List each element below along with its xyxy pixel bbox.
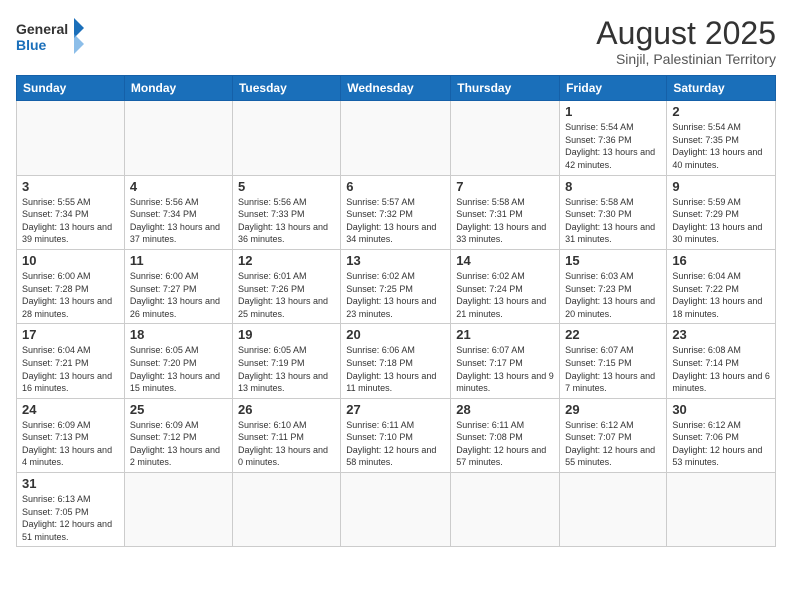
week-row-1: 1 Sunrise: 5:54 AM Sunset: 7:36 PM Dayli…	[17, 101, 776, 175]
day-4: 4 Sunrise: 5:56 AMSunset: 7:34 PMDayligh…	[124, 175, 232, 249]
sunrise-label: Sunrise:	[565, 122, 601, 132]
day-11: 11 Sunrise: 6:00 AMSunset: 7:27 PMDaylig…	[124, 249, 232, 323]
logo: General Blue	[16, 16, 86, 58]
empty-cell	[341, 101, 451, 175]
day-26: 26 Sunrise: 6:10 AMSunset: 7:11 PMDaylig…	[232, 398, 340, 472]
header-tuesday: Tuesday	[232, 76, 340, 101]
day-17: 17 Sunrise: 6:04 AMSunset: 7:21 PMDaylig…	[17, 324, 125, 398]
day-24: 24 Sunrise: 6:09 AMSunset: 7:13 PMDaylig…	[17, 398, 125, 472]
day-19: 19 Sunrise: 6:05 AMSunset: 7:19 PMDaylig…	[232, 324, 340, 398]
week-row-5: 24 Sunrise: 6:09 AMSunset: 7:13 PMDaylig…	[17, 398, 776, 472]
empty-cell	[232, 473, 340, 547]
day-27: 27 Sunrise: 6:11 AMSunset: 7:10 PMDaylig…	[341, 398, 451, 472]
day-23: 23 Sunrise: 6:08 AMSunset: 7:14 PMDaylig…	[667, 324, 776, 398]
day-29: 29 Sunrise: 6:12 AMSunset: 7:07 PMDaylig…	[560, 398, 667, 472]
header-monday: Monday	[124, 76, 232, 101]
day-2: 2 Sunrise: 5:54 AM Sunset: 7:35 PM Dayli…	[667, 101, 776, 175]
header: General Blue August 2025 Sinjil, Palesti…	[16, 16, 776, 67]
daylight-label: Daylight:	[565, 147, 603, 157]
empty-cell	[451, 473, 560, 547]
svg-text:Blue: Blue	[16, 37, 47, 53]
day-30: 30 Sunrise: 6:12 AMSunset: 7:06 PMDaylig…	[667, 398, 776, 472]
week-row-2: 3 Sunrise: 5:55 AMSunset: 7:34 PMDayligh…	[17, 175, 776, 249]
day-20: 20 Sunrise: 6:06 AMSunset: 7:18 PMDaylig…	[341, 324, 451, 398]
generalblue-logo-svg: General Blue	[16, 16, 86, 58]
calendar-table: Sunday Monday Tuesday Wednesday Thursday…	[16, 75, 776, 547]
header-saturday: Saturday	[667, 76, 776, 101]
header-friday: Friday	[560, 76, 667, 101]
weekday-header-row: Sunday Monday Tuesday Wednesday Thursday…	[17, 76, 776, 101]
day-7: 7 Sunrise: 5:58 AMSunset: 7:31 PMDayligh…	[451, 175, 560, 249]
day-18: 18 Sunrise: 6:05 AMSunset: 7:20 PMDaylig…	[124, 324, 232, 398]
empty-cell	[560, 473, 667, 547]
page: General Blue August 2025 Sinjil, Palesti…	[0, 0, 792, 612]
empty-cell	[124, 473, 232, 547]
day-1: 1 Sunrise: 5:54 AM Sunset: 7:36 PM Dayli…	[560, 101, 667, 175]
day-21: 21 Sunrise: 6:07 AMSunset: 7:17 PMDaylig…	[451, 324, 560, 398]
day-8: 8 Sunrise: 5:58 AMSunset: 7:30 PMDayligh…	[560, 175, 667, 249]
main-title: August 2025	[596, 16, 776, 51]
svg-text:General: General	[16, 21, 68, 37]
empty-cell	[451, 101, 560, 175]
week-row-4: 17 Sunrise: 6:04 AMSunset: 7:21 PMDaylig…	[17, 324, 776, 398]
day-14: 14 Sunrise: 6:02 AMSunset: 7:24 PMDaylig…	[451, 249, 560, 323]
subtitle: Sinjil, Palestinian Territory	[596, 51, 776, 67]
empty-cell	[232, 101, 340, 175]
day-22: 22 Sunrise: 6:07 AMSunset: 7:15 PMDaylig…	[560, 324, 667, 398]
sunset-label: Sunset:	[565, 135, 598, 145]
week-row-3: 10 Sunrise: 6:00 AMSunset: 7:28 PMDaylig…	[17, 249, 776, 323]
empty-cell	[341, 473, 451, 547]
header-sunday: Sunday	[17, 76, 125, 101]
day-28: 28 Sunrise: 6:11 AMSunset: 7:08 PMDaylig…	[451, 398, 560, 472]
day-9: 9 Sunrise: 5:59 AMSunset: 7:29 PMDayligh…	[667, 175, 776, 249]
week-row-6: 31 Sunrise: 6:13 AMSunset: 7:05 PMDaylig…	[17, 473, 776, 547]
day-31: 31 Sunrise: 6:13 AMSunset: 7:05 PMDaylig…	[17, 473, 125, 547]
day-6: 6 Sunrise: 5:57 AMSunset: 7:32 PMDayligh…	[341, 175, 451, 249]
day-10: 10 Sunrise: 6:00 AMSunset: 7:28 PMDaylig…	[17, 249, 125, 323]
day-13: 13 Sunrise: 6:02 AMSunset: 7:25 PMDaylig…	[341, 249, 451, 323]
title-block: August 2025 Sinjil, Palestinian Territor…	[596, 16, 776, 67]
empty-cell	[17, 101, 125, 175]
day-3: 3 Sunrise: 5:55 AMSunset: 7:34 PMDayligh…	[17, 175, 125, 249]
day-15: 15 Sunrise: 6:03 AMSunset: 7:23 PMDaylig…	[560, 249, 667, 323]
day-16: 16 Sunrise: 6:04 AMSunset: 7:22 PMDaylig…	[667, 249, 776, 323]
header-wednesday: Wednesday	[341, 76, 451, 101]
header-thursday: Thursday	[451, 76, 560, 101]
empty-cell	[124, 101, 232, 175]
empty-cell	[667, 473, 776, 547]
day-12: 12 Sunrise: 6:01 AMSunset: 7:26 PMDaylig…	[232, 249, 340, 323]
day-5: 5 Sunrise: 5:56 AMSunset: 7:33 PMDayligh…	[232, 175, 340, 249]
day-25: 25 Sunrise: 6:09 AMSunset: 7:12 PMDaylig…	[124, 398, 232, 472]
